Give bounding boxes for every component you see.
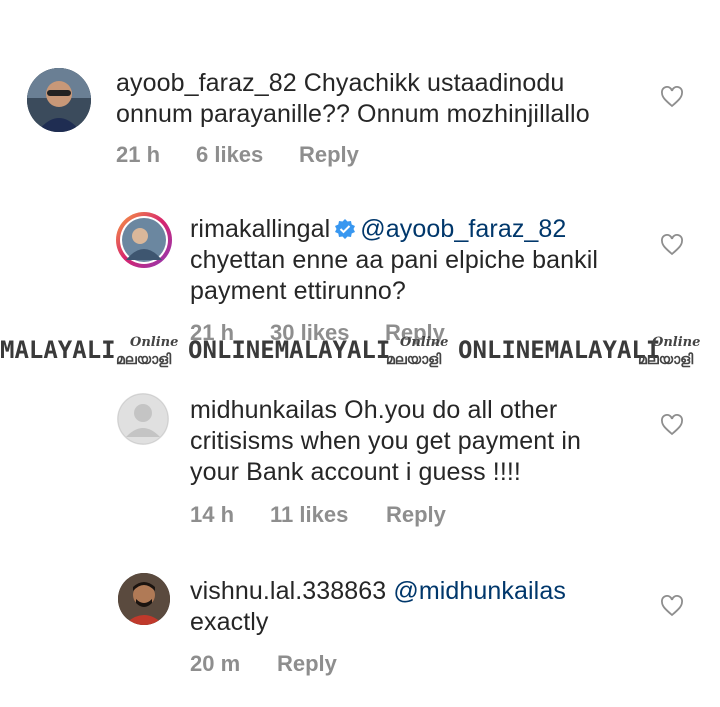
comment-body-cont: critisisms when you get payment in — [190, 427, 582, 455]
comment-time[interactable]: 20 m — [190, 651, 277, 677]
heart-icon[interactable] — [660, 414, 684, 436]
comment-meta: 14 h 11 likes Reply — [190, 502, 446, 528]
comment-text: ayoob_faraz_82 Chyachikk ustaadinodu onn… — [116, 68, 656, 130]
comment-text: rimakallingal @ayoob_faraz_82 chyettan e… — [190, 214, 670, 307]
comment-likes[interactable]: 6 likes — [196, 142, 299, 168]
comment-body-cont: your Bank account i guess !!!! — [190, 458, 521, 486]
comment-body: chyettan enne aa pani elpiche bankil — [190, 246, 599, 274]
reply-button[interactable]: Reply — [299, 142, 359, 168]
comment-body-cont: payment ettirunno? — [190, 277, 406, 305]
comment-username[interactable]: ayoob_faraz_82 — [116, 69, 297, 97]
avatar[interactable] — [27, 68, 91, 132]
mention-link[interactable]: @midhunkailas — [393, 577, 566, 605]
comment-body: exactly — [190, 608, 269, 636]
reply-button[interactable]: Reply — [386, 502, 446, 528]
svg-text:മലയാളി: മലയാളി — [638, 352, 694, 368]
watermark-logo-icon: Online മലയാളി — [386, 335, 448, 368]
watermark-band: MALAYALI Online മലയാളി ONLINEMALAYALI On… — [0, 328, 720, 372]
heart-icon[interactable] — [660, 234, 684, 256]
comment-body: Oh.you do all other — [344, 396, 558, 424]
comment-likes[interactable]: 11 likes — [270, 502, 386, 528]
svg-text:Online: Online — [400, 335, 448, 350]
svg-text:മലയാളി: മലയാളി — [386, 352, 442, 368]
comment-text: midhunkailas Oh.you do all other critisi… — [190, 395, 670, 488]
svg-text:മലയാളി: മലയാളി — [116, 352, 172, 368]
verified-badge-icon — [335, 219, 356, 239]
comment-username[interactable]: rimakallingal — [190, 215, 330, 243]
mention-link[interactable]: @ayoob_faraz_82 — [360, 215, 566, 243]
comment-meta: 21 h 6 likes Reply — [116, 142, 359, 168]
avatar-photo — [120, 216, 168, 264]
watermark-text: ONLINEMALAYALI — [188, 336, 391, 364]
comment-time[interactable]: 14 h — [190, 502, 270, 528]
avatar-photo — [118, 573, 170, 625]
comment-body: Chyachikk ustaadinodu — [303, 69, 565, 97]
avatar-photo — [27, 68, 91, 132]
reply-button[interactable]: Reply — [277, 651, 337, 677]
svg-text:Online: Online — [130, 335, 178, 350]
watermark-logo-icon: Online മലയാളി — [638, 335, 700, 368]
watermark-text: ONLINEMALAYALI — [458, 336, 661, 364]
comment-body-cont: onnum parayanille?? Onnum mozhinjillallo — [116, 100, 590, 128]
comment-text: vishnu.lal.338863 @midhunkailas exactly — [190, 576, 670, 638]
comment-time[interactable]: 21 h — [116, 142, 196, 168]
avatar[interactable] — [116, 212, 172, 268]
heart-icon[interactable] — [660, 86, 684, 108]
avatar[interactable] — [118, 573, 170, 625]
watermark-logo-icon: Online മലയാളി — [116, 335, 178, 368]
comment-username[interactable]: vishnu.lal.338863 — [190, 577, 386, 605]
avatar[interactable] — [117, 393, 169, 445]
svg-text:Online: Online — [652, 335, 700, 350]
watermark-text: MALAYALI — [0, 336, 116, 364]
comment-meta: 20 m Reply — [190, 651, 337, 677]
comment-username[interactable]: midhunkailas — [190, 396, 337, 424]
default-avatar-icon — [117, 393, 169, 445]
heart-icon[interactable] — [660, 595, 684, 617]
